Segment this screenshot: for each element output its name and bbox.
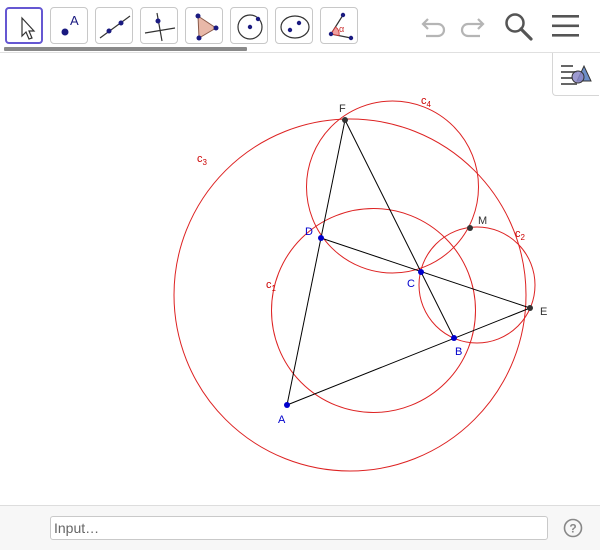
toolbar: A α — [0, 0, 600, 52]
point-B[interactable] — [451, 335, 457, 341]
circle-center-point-tool-button[interactable] — [230, 7, 268, 44]
move-tool-button[interactable] — [5, 7, 43, 44]
circle-c3[interactable] — [173, 118, 527, 472]
circle-center-icon — [237, 14, 263, 40]
point-A[interactable] — [284, 402, 290, 408]
line-through-points-icon — [99, 15, 131, 39]
circle-c1[interactable] — [271, 208, 476, 413]
label-c2: c2 — [515, 228, 526, 242]
label-E: E — [540, 306, 547, 318]
algebra-view-toggle-icon — [561, 64, 592, 85]
conic-tool-button[interactable] — [275, 7, 313, 44]
point-tool-button[interactable]: A — [50, 7, 88, 44]
redo-icon[interactable] — [456, 13, 486, 39]
point-C[interactable] — [418, 269, 424, 275]
label-M: M — [478, 215, 487, 227]
label-c4: c4 — [421, 95, 432, 109]
menu-icon[interactable] — [551, 14, 581, 38]
label-C: C — [407, 278, 415, 290]
search-icon[interactable] — [503, 11, 535, 43]
angle-icon: α — [328, 12, 354, 41]
point-A-icon: A — [61, 13, 79, 36]
point-E[interactable] — [527, 305, 533, 311]
label-F: F — [339, 103, 346, 115]
perpendicular-line-tool-button[interactable] — [140, 7, 178, 44]
input-bar-panel: ? — [0, 505, 600, 550]
algebra-view-toggle-button[interactable] — [552, 53, 599, 96]
label-A: A — [278, 414, 286, 426]
label-c3: c3 — [197, 153, 208, 167]
help-icon[interactable]: ? — [563, 518, 583, 538]
input-bar[interactable] — [50, 516, 548, 540]
input-field[interactable] — [54, 520, 547, 536]
circle-c2[interactable] — [418, 226, 536, 344]
label-c1: c1 — [266, 279, 277, 293]
perpendicular-line-icon — [144, 12, 176, 42]
label-D: D — [305, 226, 313, 238]
label-B: B — [455, 346, 462, 358]
segment-AF[interactable] — [286, 119, 346, 406]
line-tool-button[interactable] — [95, 7, 133, 44]
svg-text:α: α — [339, 24, 344, 34]
svg-text:A: A — [70, 13, 79, 28]
point-F[interactable] — [342, 117, 348, 123]
graphics-view[interactable]: A B C D E F M c1 c2 c3 c4 — [0, 53, 600, 505]
ellipse-icon — [280, 15, 310, 39]
polygon-tool-button[interactable] — [185, 7, 223, 44]
cursor-arrow-icon — [21, 16, 36, 40]
polygon-icon — [195, 13, 219, 41]
undo-icon[interactable] — [420, 13, 450, 39]
angle-tool-button[interactable]: α — [320, 7, 358, 44]
segment-DE[interactable] — [320, 237, 531, 309]
segment-FB[interactable] — [344, 119, 455, 339]
point-M[interactable] — [467, 225, 473, 231]
point-D[interactable] — [318, 235, 324, 241]
circle-c4[interactable] — [306, 100, 479, 274]
segment-AE[interactable] — [286, 307, 531, 406]
svg-text:?: ? — [569, 522, 576, 536]
toolbar-scrollbar[interactable] — [4, 47, 247, 51]
